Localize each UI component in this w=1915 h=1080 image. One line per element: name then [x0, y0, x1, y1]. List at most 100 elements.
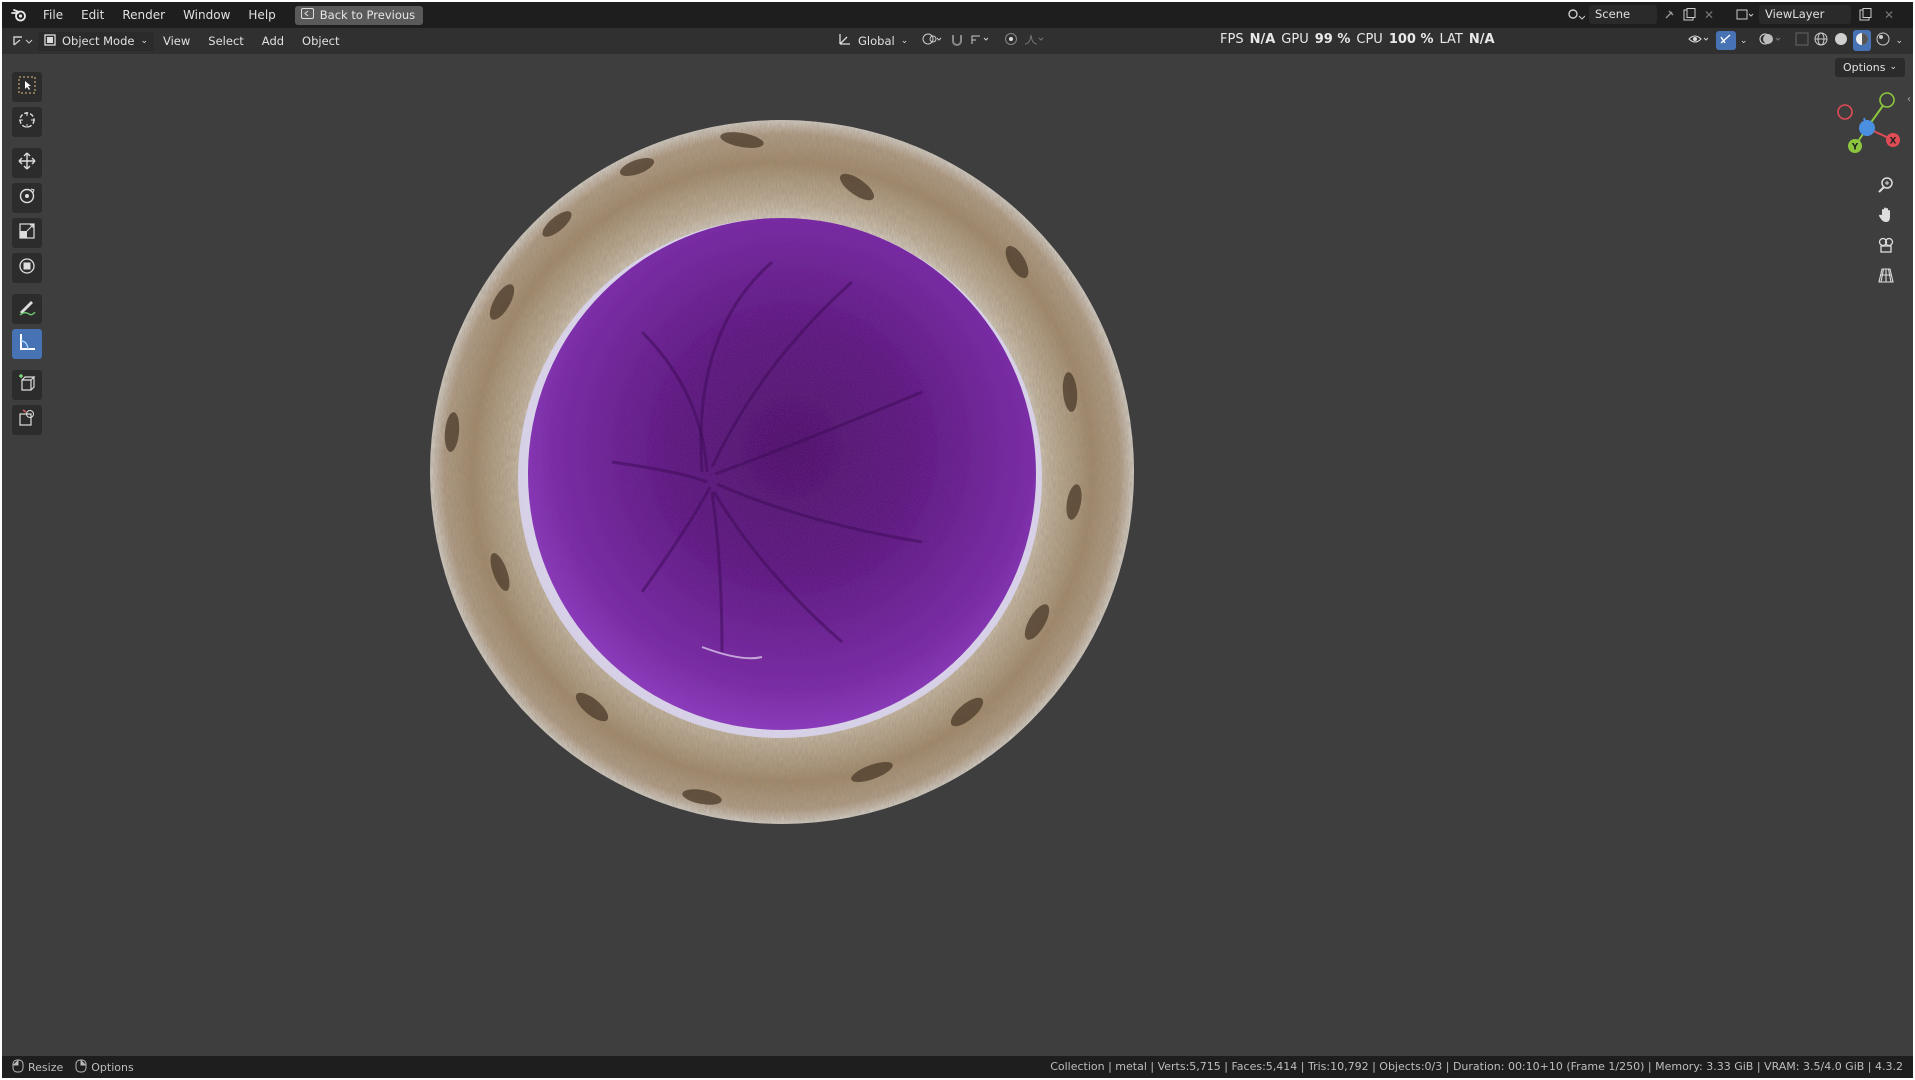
camera-view-icon[interactable]	[1873, 233, 1899, 257]
cursor-icon	[17, 110, 37, 134]
chevron-down-icon[interactable]: ⌄	[1740, 36, 1748, 46]
transform-controls: Global ⌄	[838, 31, 1044, 50]
header-menu-view[interactable]: View	[154, 34, 199, 48]
annotate-tool[interactable]	[12, 294, 42, 324]
menu-file[interactable]: File	[34, 2, 72, 28]
view-layer-icon[interactable]	[1735, 5, 1755, 24]
navigation-gizmo[interactable]: X Y	[1837, 90, 1907, 160]
scale-icon	[17, 221, 37, 245]
status-resize-hint: Resize	[28, 1060, 64, 1074]
object-mode-label: Object Mode	[62, 34, 135, 48]
add-primitive-tool[interactable]	[12, 405, 42, 435]
purple-interior	[528, 218, 1036, 730]
select-box-icon	[17, 75, 37, 99]
object-mode-dropdown[interactable]: Object Mode ⌄	[38, 31, 154, 51]
viewport-header: Object Mode ⌄ View Select Add Object Glo…	[2, 28, 1913, 54]
status-options-hint: Options	[91, 1060, 134, 1074]
scale-tool[interactable]	[12, 218, 42, 248]
xray-icon[interactable]	[1795, 32, 1809, 49]
fur-rim	[430, 120, 1134, 824]
new-scene-icon[interactable]	[1681, 5, 1697, 24]
visibility-icon[interactable]	[1688, 32, 1712, 49]
cursor-tool[interactable]	[12, 107, 42, 137]
pan-hand-icon[interactable]	[1873, 203, 1899, 227]
menu-render[interactable]: Render	[113, 2, 174, 28]
view-layer-name-field[interactable]: ViewLayer	[1759, 5, 1851, 24]
gizmo-toggle-icon[interactable]	[1715, 31, 1736, 50]
overlays-icon[interactable]	[1759, 32, 1783, 49]
chevron-down-icon: ⌄	[900, 35, 909, 46]
wireframe-shading-icon[interactable]	[1813, 31, 1829, 50]
solid-shading-icon[interactable]	[1833, 31, 1849, 50]
view-layer-selector: ViewLayer ✕	[1735, 5, 1905, 24]
blender-logo-icon[interactable]	[8, 2, 30, 28]
lat-value: N/A	[1468, 31, 1495, 47]
inner-rim-shadow	[518, 218, 1042, 738]
chevron-down-icon: ⌄	[140, 36, 148, 46]
menu-window[interactable]: Window	[174, 2, 239, 28]
lat-label: LAT	[1439, 31, 1463, 47]
gizmo-y-label: Y	[1851, 143, 1859, 153]
sidebar-toggle-icon[interactable]: ‹	[1907, 94, 1911, 105]
header-menu-object[interactable]: Object	[293, 34, 348, 48]
gizmo-z-negative	[1837, 104, 1853, 120]
add-primitive-icon	[17, 408, 37, 432]
gpu-value: 99 %	[1314, 31, 1351, 47]
scene-selector: Scene ✕	[1567, 5, 1717, 24]
cpu-label: CPU	[1356, 31, 1383, 47]
gpu-label: GPU	[1281, 31, 1309, 47]
new-view-layer-icon[interactable]	[1855, 5, 1875, 24]
select-box-tool[interactable]	[12, 72, 42, 102]
chevron-down-icon: ⌄	[1889, 62, 1897, 72]
scene-name-field[interactable]: Scene	[1589, 5, 1657, 24]
status-hints: Resize Options	[12, 1059, 134, 1076]
close-view-layer-icon[interactable]: ✕	[1879, 5, 1899, 24]
transform-tool[interactable]	[12, 253, 42, 283]
perspective-grid-icon[interactable]	[1873, 263, 1899, 287]
viewport-display-tools: ⌄ ⌄	[1688, 30, 1903, 51]
move-tool[interactable]	[12, 148, 42, 178]
navigation-buttons	[1873, 173, 1899, 287]
status-bar: Resize Options Collection | metal | Vert…	[2, 1056, 1913, 1078]
falloff-icon[interactable]	[1024, 32, 1044, 49]
snap-target-icon[interactable]	[970, 32, 992, 49]
viewport-3d-object	[430, 120, 1134, 824]
gizmo-z-positive	[1859, 120, 1875, 136]
proportional-edit-icon[interactable]	[1004, 32, 1018, 49]
left-toolbar	[12, 72, 42, 440]
editor-type-icon[interactable]	[10, 31, 36, 50]
mouse-left-icon	[12, 1059, 24, 1076]
header-menu-add[interactable]: Add	[253, 34, 293, 48]
menu-edit[interactable]: Edit	[72, 2, 113, 28]
object-mode-icon	[44, 33, 56, 49]
add-cube-icon	[17, 373, 37, 397]
options-label: Options	[1843, 61, 1886, 74]
rendered-shading-icon[interactable]	[1875, 31, 1891, 50]
cpu-value: 100 %	[1388, 31, 1434, 47]
pin-icon[interactable]	[1661, 5, 1677, 24]
scene-icon[interactable]	[1567, 5, 1585, 24]
gizmo-x-label: X	[1890, 137, 1897, 147]
mouse-right-icon	[75, 1059, 87, 1076]
annotate-icon	[17, 297, 37, 321]
options-dropdown[interactable]: Options ⌄	[1835, 58, 1905, 77]
menu-help[interactable]: Help	[239, 2, 284, 28]
transform-icon	[17, 256, 37, 280]
rotate-tool[interactable]	[12, 183, 42, 213]
header-menu-select[interactable]: Select	[199, 34, 252, 48]
blender-window: File Edit Render Window Help Back to Pre…	[2, 2, 1913, 1078]
add-cube-tool[interactable]	[12, 370, 42, 400]
chevron-down-icon[interactable]: ⌄	[1895, 36, 1903, 46]
back-label: Back to Previous	[319, 8, 416, 22]
back-to-previous-button[interactable]: Back to Previous	[294, 5, 424, 25]
close-scene-icon[interactable]: ✕	[1701, 5, 1717, 24]
material-preview-icon[interactable]	[1853, 30, 1872, 51]
fps-value: N/A	[1249, 31, 1276, 47]
snap-icon[interactable]	[950, 32, 964, 49]
move-icon	[17, 151, 37, 175]
measure-tool[interactable]	[12, 329, 42, 359]
pivot-point-icon[interactable]	[922, 32, 944, 49]
gizmo-y-positive	[1879, 92, 1895, 108]
zoom-icon[interactable]	[1873, 173, 1899, 197]
transform-orientation-dropdown[interactable]: Global	[858, 34, 895, 48]
